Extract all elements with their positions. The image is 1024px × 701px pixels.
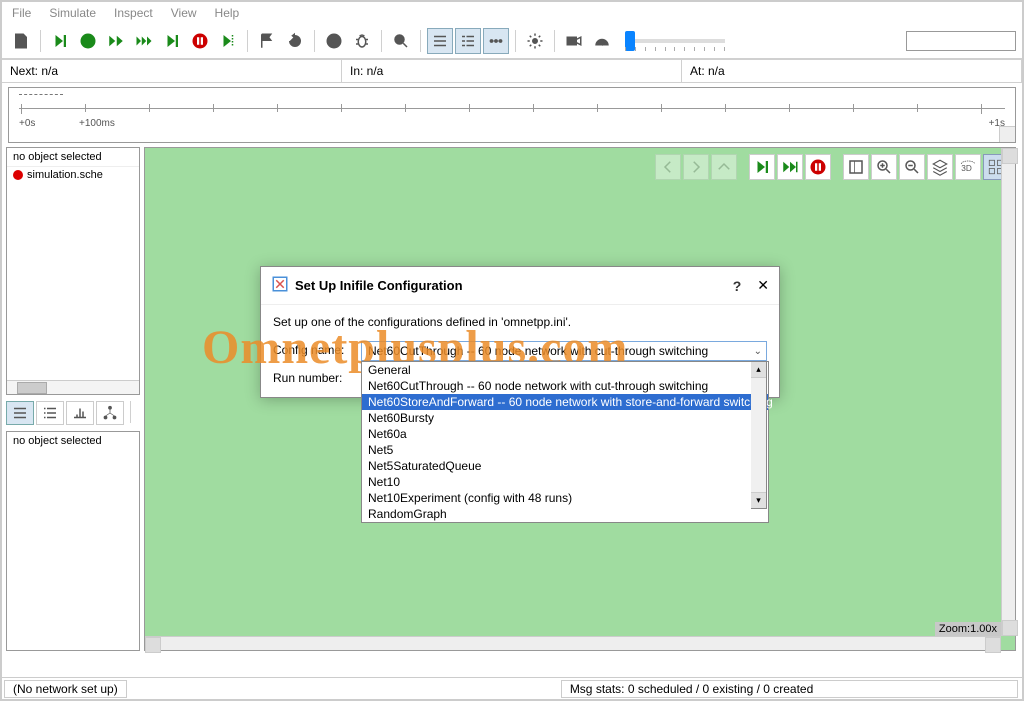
mode-tree-button[interactable]: [96, 401, 124, 425]
nav-back-button[interactable]: [655, 154, 681, 180]
config-option[interactable]: Net60a: [362, 426, 768, 442]
scroll-down-icon[interactable]: ▾: [751, 492, 766, 508]
menu-file[interactable]: File: [12, 6, 31, 20]
run-number-label: Run number:: [273, 369, 353, 385]
inspector-header: no object selected: [7, 432, 139, 450]
dialog-icon: [271, 275, 289, 296]
dropdown-scrollbar[interactable]: ▴ ▾: [751, 361, 767, 509]
object-tree-panel[interactable]: no object selected simulation.sche: [6, 147, 140, 395]
debug-button[interactable]: [349, 28, 375, 54]
stop-button[interactable]: [187, 28, 213, 54]
canvas-toolbar: 3D: [653, 152, 1011, 182]
info-at: At: n/a: [682, 59, 1022, 82]
record-button[interactable]: [321, 28, 347, 54]
dialog-description: Set up one of the configurations defined…: [273, 315, 767, 329]
inspector-panel[interactable]: no object selected: [6, 431, 140, 651]
config-option[interactable]: Net60StoreAndForward -- 60 node network …: [362, 394, 768, 410]
layers-button[interactable]: [927, 154, 953, 180]
stop-dot-icon: [13, 170, 23, 180]
nav-up-button[interactable]: [711, 154, 737, 180]
config-selected-value: Net60CutThrough -- 60 node network with …: [368, 344, 708, 358]
object-tree-header: no object selected: [7, 148, 139, 167]
fast-run-button[interactable]: [103, 28, 129, 54]
config-option[interactable]: Net5: [362, 442, 768, 458]
config-option[interactable]: Net10Experiment (config with 48 runs): [362, 490, 768, 506]
config-name-select[interactable]: Net60CutThrough -- 60 node network with …: [361, 341, 767, 361]
canvas-scrollbar-h[interactable]: [145, 636, 1001, 650]
infobar: Next: n/a In: n/a At: n/a: [2, 59, 1022, 83]
express-run-button[interactable]: [131, 28, 157, 54]
zoom-in-button[interactable]: [871, 154, 897, 180]
canvas-run-button[interactable]: [749, 154, 775, 180]
tree-item-label: simulation.sche: [27, 169, 103, 181]
search-input[interactable]: [906, 31, 1016, 51]
run-until-button[interactable]: [159, 28, 185, 54]
chevron-down-icon: ⌄: [754, 346, 762, 357]
new-doc-button[interactable]: [8, 28, 34, 54]
info-in: In: n/a: [342, 59, 682, 82]
menu-help[interactable]: Help: [215, 6, 240, 20]
status-right: Msg stats: 0 scheduled / 0 existing / 0 …: [561, 680, 1018, 698]
panel-scrollbar-h[interactable]: [7, 380, 139, 394]
timeline-step-label: +100ms: [79, 118, 115, 129]
finish-button[interactable]: [215, 28, 241, 54]
dialog-close-button[interactable]: ✕: [757, 277, 769, 294]
mode-list-button[interactable]: [6, 401, 34, 425]
config-name-label: Config name:: [273, 341, 353, 357]
scroll-up-icon[interactable]: ▴: [751, 362, 766, 378]
mode-flat-button[interactable]: [66, 401, 94, 425]
config-option[interactable]: Net60CutThrough -- 60 node network with …: [362, 378, 768, 394]
inspector-mode-bar: [6, 399, 140, 427]
zoom-label: Zoom:1.00x: [935, 622, 1001, 636]
timeline[interactable]: +0s +100ms +1s: [8, 87, 1016, 143]
menu-inspect[interactable]: Inspect: [114, 6, 153, 20]
video-button[interactable]: [561, 28, 587, 54]
main-toolbar: [2, 24, 1022, 59]
layout-1-button[interactable]: [427, 28, 453, 54]
run-button[interactable]: [75, 28, 101, 54]
config-option[interactable]: General: [362, 362, 768, 378]
statusbar: (No network set up) Msg stats: 0 schedul…: [2, 677, 1022, 699]
nav-forward-button[interactable]: [683, 154, 709, 180]
left-column: no object selected simulation.sche no ob…: [2, 147, 144, 651]
zoom-out-button[interactable]: [899, 154, 925, 180]
layout-2-button[interactable]: [455, 28, 481, 54]
inifile-config-dialog: Set Up Inifile Configuration ? ✕ Set up …: [260, 266, 780, 398]
timeline-start-label: +0s: [19, 118, 35, 129]
canvas-fast-button[interactable]: [777, 154, 803, 180]
menu-simulate[interactable]: Simulate: [49, 6, 96, 20]
settings-button[interactable]: [522, 28, 548, 54]
reset-button[interactable]: [282, 28, 308, 54]
config-option[interactable]: RandomGraph: [362, 506, 768, 522]
status-left: (No network set up): [4, 680, 127, 698]
step-button[interactable]: [47, 28, 73, 54]
speed-slider[interactable]: [625, 39, 725, 43]
canvas-stop-button[interactable]: [805, 154, 831, 180]
config-option[interactable]: Net5SaturatedQueue: [362, 458, 768, 474]
dialog-help-button[interactable]: ?: [733, 278, 742, 294]
config-option[interactable]: Net60Bursty: [362, 410, 768, 426]
tree-item-simulation[interactable]: simulation.sche: [7, 167, 139, 183]
config-dropdown: GeneralNet60CutThrough -- 60 node networ…: [361, 361, 769, 523]
speed-button[interactable]: [589, 28, 615, 54]
mode-detail-button[interactable]: [36, 401, 64, 425]
menubar: File Simulate Inspect View Help: [2, 2, 1022, 24]
3d-button[interactable]: 3D: [955, 154, 981, 180]
relayout-button[interactable]: [843, 154, 869, 180]
flag-button[interactable]: [254, 28, 280, 54]
canvas-scrollbar-v[interactable]: [1001, 148, 1015, 636]
find-button[interactable]: [388, 28, 414, 54]
svg-text:3D: 3D: [961, 164, 972, 173]
dialog-title: Set Up Inifile Configuration: [295, 278, 463, 293]
config-option[interactable]: Net10: [362, 474, 768, 490]
menu-view[interactable]: View: [171, 6, 197, 20]
layout-3-button[interactable]: [483, 28, 509, 54]
info-next: Next: n/a: [2, 59, 342, 82]
